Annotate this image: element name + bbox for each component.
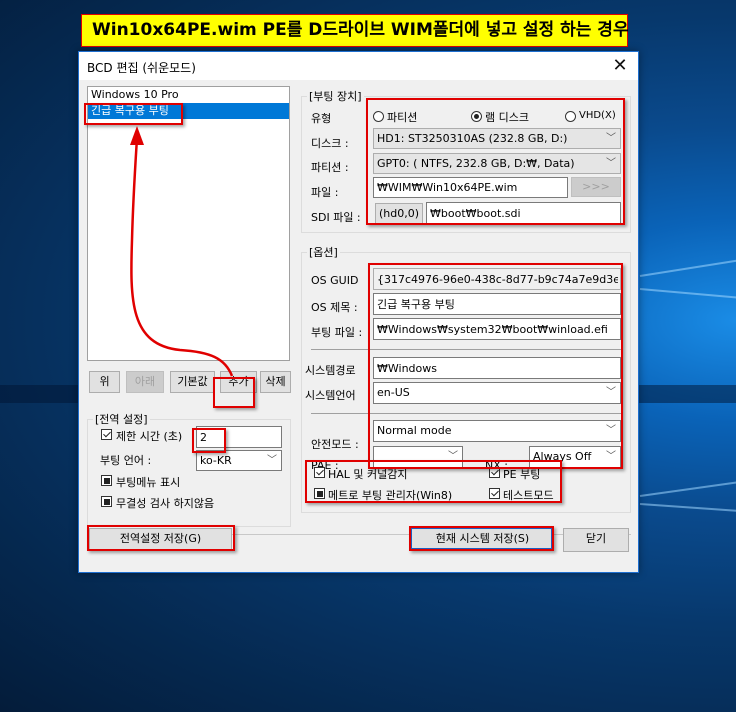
boot-device-label: [부팅 장치] — [307, 88, 364, 104]
os-title-input[interactable] — [373, 293, 621, 315]
type-label: 유형 — [311, 112, 332, 125]
add-entry-button[interactable]: 추가 — [220, 371, 257, 393]
hal-kernel-label: HAL 및 커널감지 — [328, 468, 408, 481]
set-default-button[interactable]: 기본값 — [170, 371, 215, 393]
type-ramdisk-radio[interactable] — [471, 111, 482, 122]
save-current-system-button[interactable]: 현재 시스템 저장(S) — [411, 528, 554, 551]
timeout-label: 제한 시간 (초) — [116, 430, 183, 443]
no-integrity-check-checkbox[interactable] — [101, 496, 112, 507]
partition-select[interactable]: GPT0: ( NTFS, 232.8 GB, D:₩, Data) ﹀ — [373, 153, 621, 174]
system-language-label: 시스템언어 — [305, 389, 356, 402]
list-item[interactable]: 긴급 복구용 부팅 — [88, 103, 289, 119]
no-integrity-check-label: 무결성 검사 하지않음 — [116, 497, 215, 510]
disk-select[interactable]: HD1: ST3250310AS (232.8 GB, D:) ﹀ — [373, 128, 621, 149]
chevron-down-icon: ﹀ — [606, 133, 616, 144]
instruction-banner: Win10x64PE.wim PE를 D드라이브 WIM폴더에 넣고 설정 하는… — [81, 14, 629, 47]
desktop-light-beam — [639, 481, 736, 497]
system-path-input[interactable] — [373, 357, 621, 379]
sdi-file-label: SDI 파일 : — [311, 211, 361, 224]
os-guid-label: OS GUID — [311, 274, 359, 287]
delete-entry-button[interactable]: 삭제 — [260, 371, 291, 393]
desktop-light-beam — [639, 288, 736, 299]
boot-file-label: 부팅 파일 : — [311, 326, 363, 339]
chevron-down-icon: ﹀ — [606, 387, 616, 398]
test-mode-checkbox[interactable] — [489, 488, 500, 499]
system-language-select[interactable]: en-US ﹀ — [373, 382, 621, 404]
hal-kernel-checkbox[interactable] — [314, 467, 325, 478]
chevron-down-icon: ﹀ — [267, 455, 277, 466]
desktop-light-beam — [639, 503, 736, 512]
chevron-down-icon: ﹀ — [448, 451, 458, 462]
timeout-input[interactable] — [196, 426, 282, 448]
save-global-button[interactable]: 전역설정 저장(G) — [89, 528, 232, 551]
pe-boot-label: PE 부팅 — [503, 468, 541, 481]
boot-language-select[interactable]: ko-KR ﹀ — [196, 450, 282, 471]
options-label: [옵션] — [307, 244, 340, 260]
system-language-value: en-US — [377, 386, 410, 399]
safe-mode-select[interactable]: Normal mode ﹀ — [373, 420, 621, 442]
partition-value: GPT0: ( NTFS, 232.8 GB, D:₩, Data) — [377, 157, 575, 170]
test-mode-label: 테스트모드 — [503, 489, 554, 502]
boot-language-value: ko-KR — [200, 454, 232, 467]
boot-file-input[interactable] — [373, 318, 621, 340]
options-divider — [311, 413, 621, 414]
close-icon[interactable]: ✕ — [608, 54, 632, 78]
title-bar: BCD 편집 (쉬운모드) ✕ — [79, 52, 638, 80]
chevron-down-icon: ﹀ — [606, 451, 616, 462]
close-button[interactable]: 닫기 — [563, 528, 629, 552]
metro-boot-label: 메트로 부팅 관리자(Win8) — [328, 489, 453, 502]
os-guid-field[interactable] — [373, 268, 621, 290]
type-ramdisk-label: 램 디스크 — [485, 111, 529, 124]
list-item[interactable]: Windows 10 Pro — [88, 87, 289, 103]
boot-entry-list[interactable]: Windows 10 Pro 긴급 복구용 부팅 — [87, 86, 290, 361]
disk-value: HD1: ST3250310AS (232.8 GB, D:) — [377, 132, 568, 145]
pae-select[interactable]: ﹀ — [373, 446, 463, 468]
type-partition-radio[interactable] — [373, 111, 384, 122]
timeout-checkbox[interactable] — [101, 429, 112, 440]
nx-select[interactable]: Always Off ﹀ — [529, 446, 621, 468]
browse-file-button[interactable]: >>> — [571, 177, 621, 197]
system-path-label: 시스템경로 — [305, 364, 356, 377]
move-up-button[interactable]: 위 — [89, 371, 120, 393]
safe-mode-label: 안전모드 : — [311, 438, 359, 451]
sdi-file-input[interactable] — [426, 202, 621, 224]
show-boot-menu-label: 부팅메뉴 표시 — [116, 476, 181, 489]
bcd-edit-dialog: BCD 편집 (쉬운모드) ✕ Windows 10 Pro 긴급 복구용 부팅… — [78, 51, 639, 573]
file-label: 파일 : — [311, 186, 339, 199]
sdi-device-button[interactable]: (hd0,0) — [375, 203, 423, 224]
metro-boot-checkbox[interactable] — [314, 488, 325, 499]
safe-mode-value: Normal mode — [377, 424, 452, 437]
chevron-down-icon: ﹀ — [606, 158, 616, 169]
window-title: BCD 편집 (쉬운모드) — [87, 61, 196, 75]
show-boot-menu-checkbox[interactable] — [101, 475, 112, 486]
disk-label: 디스크 : — [311, 137, 349, 150]
global-settings-label: [전역 설정] — [93, 411, 150, 427]
file-input[interactable] — [373, 177, 568, 198]
type-partition-label: 파티션 — [387, 111, 418, 124]
os-title-label: OS 제목 : — [311, 301, 358, 314]
nx-value: Always Off — [533, 450, 592, 463]
move-down-button[interactable]: 아래 — [126, 371, 164, 393]
desktop-light-beam — [639, 259, 736, 277]
type-vhd-label: VHD(X) — [579, 110, 616, 121]
chevron-down-icon: ﹀ — [606, 425, 616, 436]
pe-boot-checkbox[interactable] — [489, 467, 500, 478]
partition-label: 파티션 : — [311, 161, 349, 174]
type-vhd-radio[interactable] — [565, 111, 576, 122]
options-divider — [311, 349, 621, 350]
boot-language-label: 부팅 언어 : — [100, 454, 152, 467]
